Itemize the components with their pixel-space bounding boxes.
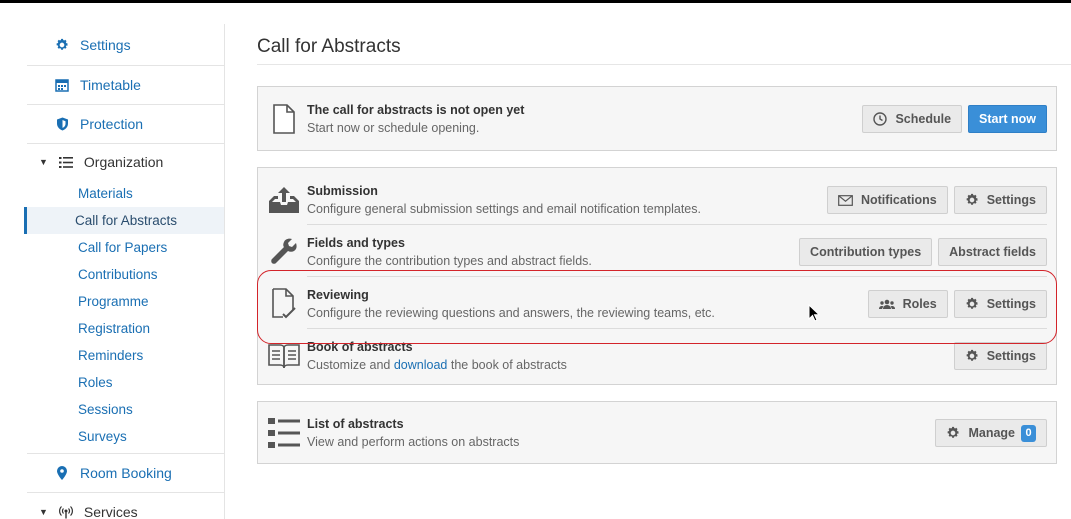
sidebar-item-call-for-papers[interactable]: Call for Papers [27, 234, 224, 261]
document-icon [267, 102, 301, 136]
upload-tray-icon [267, 183, 301, 217]
submission-settings-button[interactable]: Settings [953, 186, 1047, 214]
sidebar-item-programme[interactable]: Programme [27, 288, 224, 315]
abstract-count-badge: 0 [1021, 424, 1036, 442]
start-now-button[interactable]: Start now [968, 105, 1047, 133]
gear-icon [946, 426, 960, 440]
submission-desc: Configure general submission settings an… [307, 201, 701, 216]
sidebar-item-label: Timetable [80, 77, 141, 93]
contribution-types-button[interactable]: Contribution types [799, 238, 933, 266]
manage-button[interactable]: Manage 0 [935, 419, 1047, 447]
book-settings-button[interactable]: Settings [953, 342, 1047, 370]
clock-icon [873, 112, 888, 126]
gear-icon [54, 37, 70, 53]
sidebar-item-room-booking[interactable]: Room Booking [27, 454, 224, 493]
sidebar-item-materials[interactable]: Materials [27, 180, 224, 207]
book-text: Book of abstracts Customize and download… [307, 340, 567, 373]
sidebar-item-reminders[interactable]: Reminders [27, 342, 224, 369]
sidebar-item-surveys[interactable]: Surveys [27, 423, 224, 450]
sidebar-item-roles[interactable]: Roles [27, 369, 224, 396]
caret-down-icon: ▼ [39, 507, 48, 517]
sidebar-item-label: Settings [80, 36, 131, 53]
abstract-list-card: List of abstracts View and perform actio… [257, 401, 1057, 464]
abstract-fields-button[interactable]: Abstract fields [938, 238, 1047, 266]
sidebar-item-protection[interactable]: Protection [27, 105, 224, 144]
sidebar-item-call-for-abstracts[interactable]: Call for Abstracts [24, 207, 224, 234]
wrench-icon [267, 235, 301, 269]
sidebar-item-services[interactable]: ▼ Services [27, 493, 224, 519]
sidebar-item-sessions[interactable]: Sessions [27, 396, 224, 423]
book-desc: Customize and download the book of abstr… [307, 357, 567, 372]
settings-button-label: Settings [986, 193, 1036, 207]
fields-desc: Configure the contribution types and abs… [307, 253, 592, 268]
cfa-status-title: The call for abstracts is not open yet [307, 102, 525, 117]
top-bar [0, 0, 1071, 3]
submission-text: Submission Configure general submission … [307, 184, 701, 217]
list-icon [267, 416, 301, 450]
sidebar-item-label: Room Booking [80, 465, 172, 481]
sidebar-item-contributions[interactable]: Contributions [27, 261, 224, 288]
schedule-button[interactable]: Schedule [862, 105, 963, 133]
broadcast-icon [58, 504, 74, 519]
map-marker-icon [54, 465, 70, 481]
abstract-list-actions: Manage 0 [935, 419, 1047, 447]
mouse-cursor-icon [808, 303, 821, 327]
sidebar-item-settings[interactable]: Settings [27, 24, 224, 66]
cfa-status-text: The call for abstracts is not open yet S… [307, 103, 524, 136]
manage-button-label: Manage [968, 426, 1015, 440]
sidebar-item-label: Organization [83, 154, 164, 170]
sidebar-group-organization: ▼ Organization Materials Call for Abstra… [24, 144, 224, 454]
sidebar-item-label: Services [83, 504, 138, 519]
cfa-status-card: The call for abstracts is not open yet S… [257, 86, 1057, 151]
gear-icon [965, 349, 979, 363]
row-divider [307, 224, 1047, 225]
sidebar-item-registration[interactable]: Registration [27, 315, 224, 342]
abstract-list-text: List of abstracts View and perform actio… [307, 417, 519, 450]
envelope-icon [838, 194, 853, 206]
submission-actions: Notifications Settings [826, 186, 1047, 214]
sidebar-item-label: Protection [80, 116, 144, 132]
fields-text: Fields and types Configure the contribut… [307, 236, 592, 269]
abstract-list-desc: View and perform actions on abstracts [307, 434, 520, 449]
schedule-button-label: Schedule [895, 112, 952, 126]
fields-actions: Contribution types Abstract fields [799, 238, 1047, 266]
reviewing-highlight-annotation [257, 270, 1057, 344]
book-actions: Settings [953, 342, 1047, 370]
sidebar-item-organization[interactable]: ▼ Organization [27, 144, 224, 180]
list-icon [58, 154, 74, 170]
gear-icon [965, 193, 979, 207]
fields-title: Fields and types [307, 235, 405, 250]
abstract-list-row: List of abstracts View and perform actio… [258, 414, 1056, 452]
download-link[interactable]: download [394, 358, 448, 372]
caret-down-icon: ▼ [39, 157, 48, 167]
submission-row: Submission Configure general submission … [258, 182, 1056, 218]
sidebar-menu: Settings Timetable Protection ▼ Organiza… [24, 24, 225, 519]
cfa-status-actions: Schedule Start now [862, 105, 1047, 133]
page-title: Call for Abstracts [257, 36, 401, 57]
open-book-icon [267, 339, 301, 373]
notifications-button[interactable]: Notifications [826, 186, 948, 214]
calendar-icon [54, 77, 70, 93]
cfa-status-row: The call for abstracts is not open yet S… [258, 102, 1056, 136]
settings-button-label: Settings [986, 349, 1036, 363]
abstract-list-title: List of abstracts [307, 416, 404, 431]
fields-row: Fields and types Configure the contribut… [258, 234, 1056, 270]
notifications-button-label: Notifications [860, 193, 937, 207]
cfa-status-desc: Start now or schedule opening. [307, 120, 480, 135]
submission-title: Submission [307, 183, 378, 198]
shield-icon [54, 116, 70, 132]
sidebar-item-timetable[interactable]: Timetable [27, 66, 224, 105]
title-divider [257, 64, 1071, 65]
